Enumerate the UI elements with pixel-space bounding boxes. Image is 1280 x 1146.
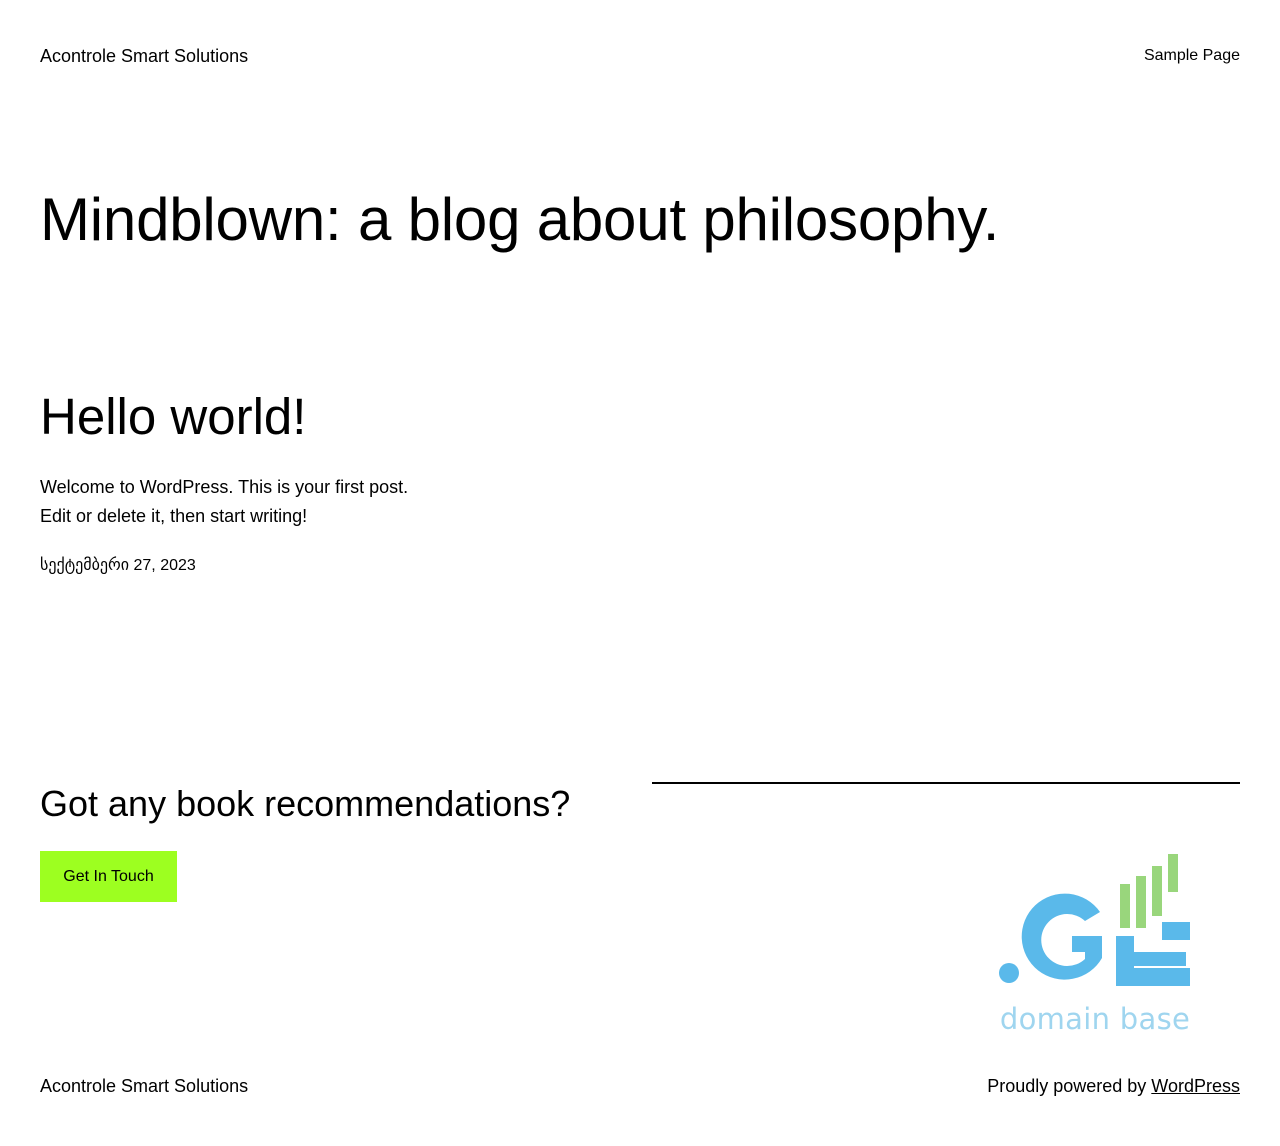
cta-heading: Got any book recommendations?: [40, 783, 571, 824]
logo-bar-1: [1120, 884, 1130, 928]
logo-dot: [999, 963, 1019, 983]
nav-item-sample-page[interactable]: Sample Page: [1144, 47, 1240, 64]
site-tagline: Mindblown: a blog about philosophy.: [40, 186, 1000, 253]
powered-by: Proudly powered by WordPress: [987, 1076, 1240, 1097]
logo-letter-e-middle: [1116, 952, 1186, 966]
separator-line: [652, 782, 1240, 784]
logo-bar-3: [1152, 866, 1162, 916]
site-footer: Acontrole Smart Solutions Proudly powere…: [40, 1074, 1240, 1098]
site-header: Acontrole Smart Solutions Sample Page: [40, 44, 1240, 68]
domain-base-logo: domain base: [990, 852, 1200, 1042]
powered-by-text: Proudly powered by: [987, 1075, 1152, 1096]
primary-nav: Sample Page: [1144, 47, 1240, 65]
post-title-link[interactable]: Hello world!: [40, 388, 306, 445]
post-date: სექტემბერი 27, 2023: [40, 557, 196, 574]
post-excerpt: Welcome to WordPress. This is your first…: [40, 477, 409, 526]
get-in-touch-button[interactable]: Get In Touch: [40, 851, 177, 902]
site-title-link[interactable]: Acontrole Smart Solutions: [40, 46, 248, 67]
logo-bar-4: [1168, 854, 1178, 892]
logo-letter-e-top: [1162, 922, 1190, 940]
footer-site-title-link[interactable]: Acontrole Smart Solutions: [40, 1076, 248, 1097]
logo-caption: domain base: [999, 1002, 1191, 1036]
logo-bar-2: [1136, 876, 1146, 928]
logo-letter-g: [1021, 893, 1102, 980]
ge-logo-mark: [999, 854, 1190, 986]
post-title: Hello world!: [40, 386, 306, 448]
wordpress-link[interactable]: WordPress: [1151, 1076, 1240, 1096]
logo-letter-e-bottom: [1116, 968, 1190, 986]
